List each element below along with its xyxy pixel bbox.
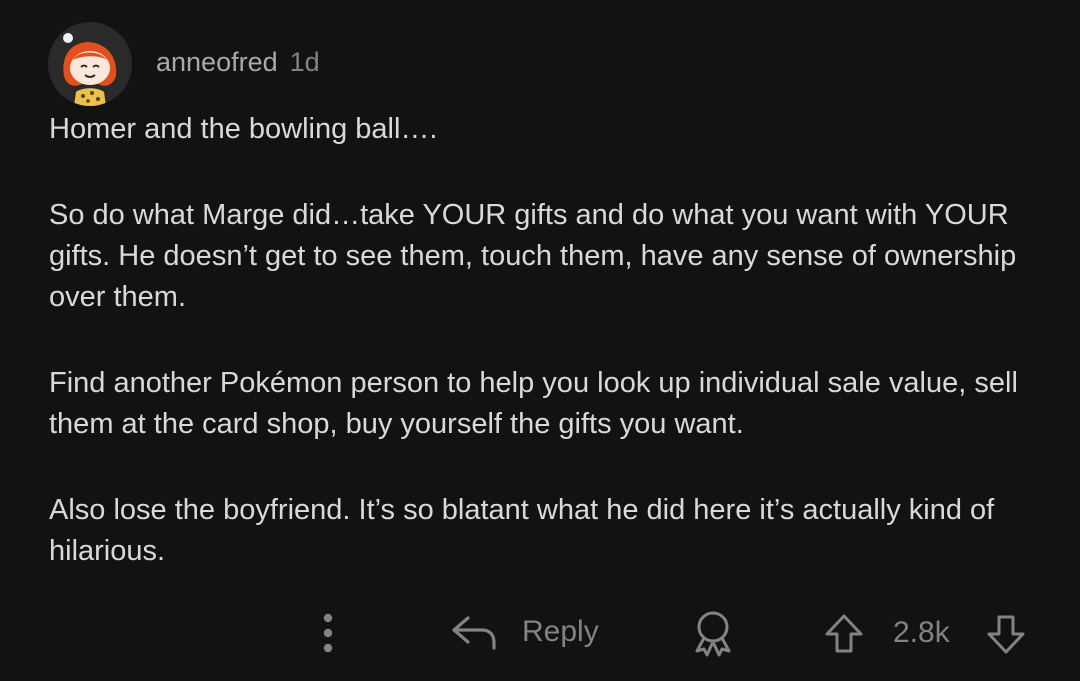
- username[interactable]: anneofred: [156, 47, 278, 78]
- comment-paragraph: So do what Marge did…take YOUR gifts and…: [49, 199, 1017, 313]
- more-options-button[interactable]: [316, 609, 340, 659]
- comment-actions: Reply 2.8k: [0, 604, 1080, 664]
- vote-score: 2.8k: [893, 616, 950, 649]
- downvote-button[interactable]: [984, 612, 1028, 656]
- award-icon: [695, 611, 731, 657]
- upvote-arrow-icon: [825, 614, 863, 653]
- reply-arrow-icon: [452, 616, 496, 650]
- upvote-button[interactable]: [822, 612, 866, 656]
- comment: anneofred 1d Homer and the bowling ball……: [0, 0, 1080, 681]
- reply-label: Reply: [522, 615, 599, 648]
- downvote-arrow-icon: [987, 615, 1025, 654]
- reply-button[interactable]: Reply: [450, 612, 599, 652]
- comment-paragraph: Also lose the boyfriend. It’s so blatant…: [49, 494, 995, 567]
- avatar-image: [48, 22, 132, 106]
- more-vertical-icon: [323, 613, 333, 653]
- comment-meta: anneofred 1d: [156, 47, 320, 78]
- comment-paragraph: Find another Pokémon person to help you …: [49, 367, 1018, 440]
- comment-age: 1d: [289, 46, 320, 77]
- avatar[interactable]: [48, 22, 132, 106]
- comment-paragraph: Homer and the bowling ball….: [49, 113, 438, 145]
- comment-body: Homer and the bowling ball…. So do what …: [49, 109, 1049, 617]
- award-button[interactable]: [688, 608, 738, 658]
- comment-header: anneofred 1d: [48, 22, 320, 106]
